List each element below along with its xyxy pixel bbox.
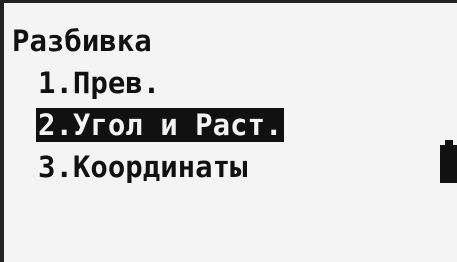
screen-left-border — [0, 0, 4, 262]
screen-top-border — [0, 0, 457, 3]
menu-item-angle-distance[interactable]: 2.Угол и Раст. — [36, 108, 285, 142]
menu-item-coordinates[interactable]: 3.Координаты — [36, 150, 250, 184]
battery-icon — [440, 145, 457, 183]
menu-title: Разбивка — [12, 24, 152, 58]
menu-item-prev[interactable]: 1.Прев. — [36, 66, 162, 100]
device-screen: Разбивка 1.Прев. 2.Угол и Раст. 3.Коорди… — [0, 0, 457, 262]
